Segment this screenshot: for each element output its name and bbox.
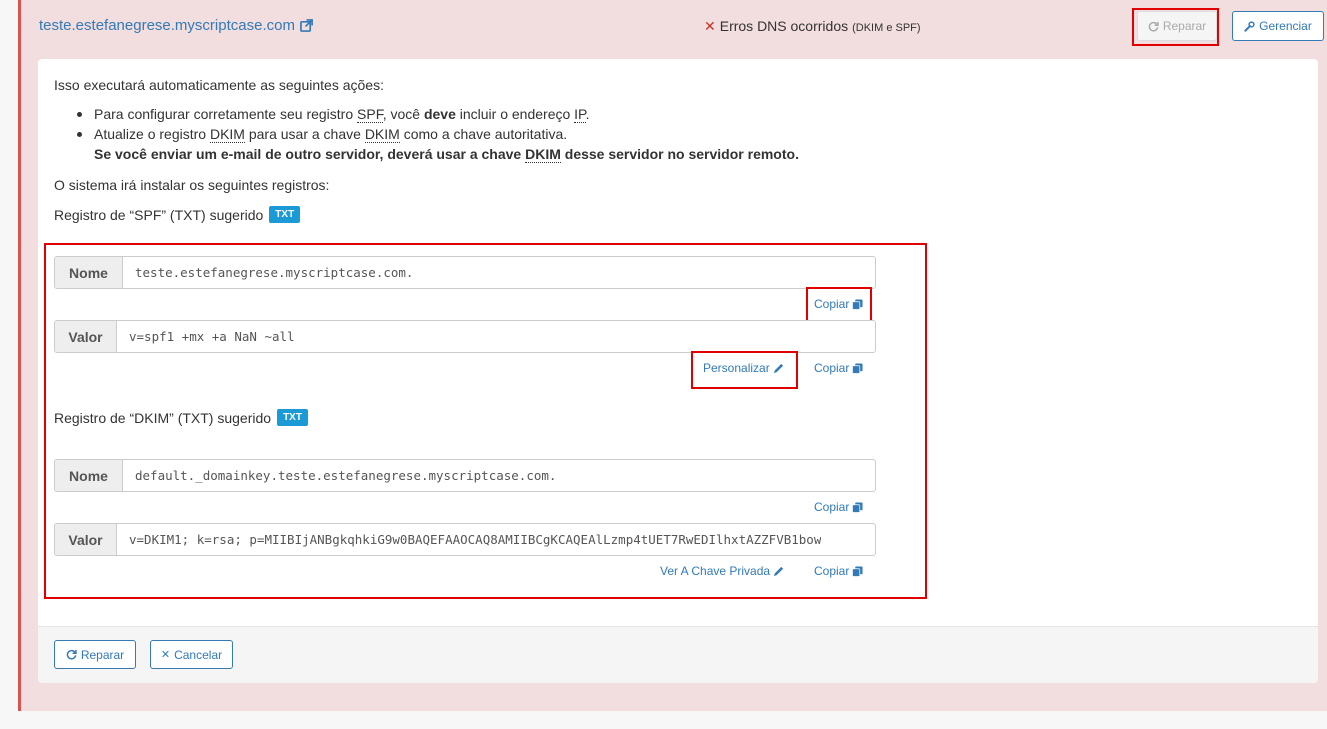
bullet-spf: Para configurar corretamente seu registr…	[94, 106, 590, 123]
abbr-spf: SPF	[357, 106, 383, 123]
bullet-spf-post: incluir o endereço	[455, 106, 575, 122]
private-key-label: Ver A Chave Privada	[660, 564, 771, 578]
refresh-icon	[1148, 21, 1159, 31]
wrench-icon	[1244, 20, 1255, 32]
customize-spf-link[interactable]: Personalizar	[703, 361, 784, 375]
copy-spf-name-link[interactable]: Copiar	[814, 297, 863, 311]
copy-label: Copiar	[814, 297, 850, 311]
bullet-spf-pre: Para configurar corretamente seu registr…	[94, 106, 358, 122]
pencil-icon	[773, 363, 783, 373]
bullet-dkim-pre: Atualize o registro	[94, 126, 210, 142]
bullet-dkim-note: Se você enviar um e-mail de outro servid…	[94, 146, 799, 163]
spf-value-label: Valor	[55, 321, 117, 352]
dkim-name-label: Nome	[55, 460, 123, 491]
spf-heading: Registro de “SPF” (TXT) sugerido TXT	[54, 206, 301, 223]
bullet-spf-bold: deve	[423, 106, 456, 122]
header-repair-label: Reparar	[1162, 19, 1207, 33]
customize-label: Personalizar	[703, 361, 770, 375]
install-text: O sistema irá instalar os seguintes regi…	[54, 177, 330, 193]
spf-name-label: Nome	[55, 257, 123, 288]
abbr-ip: IP	[574, 106, 586, 123]
dkim-heading-text: Registro de “DKIM” (TXT) sugerido	[54, 409, 272, 426]
refresh-icon	[66, 649, 77, 660]
bullet-dot	[77, 112, 82, 117]
copy-icon	[852, 501, 863, 513]
spf-heading-text: Registro de “SPF” (TXT) sugerido	[54, 206, 264, 223]
copy-icon	[852, 298, 863, 310]
bullet-spf-end: .	[585, 106, 590, 122]
bullet-dot	[77, 132, 82, 137]
copy-spf-value-link[interactable]: Copiar	[814, 361, 863, 375]
copy-icon	[852, 565, 863, 577]
domain-text: teste.estefanegrese.myscriptcase.com	[39, 17, 295, 34]
copy-label: Copiar	[814, 564, 850, 578]
spf-value-value[interactable]: v=spf1 +mx +a NaN ~all	[117, 321, 295, 352]
footer-cancel-button[interactable]: ✕ Cancelar	[150, 640, 233, 669]
copy-label: Copiar	[814, 361, 850, 375]
copy-dkim-name-link[interactable]: Copiar	[814, 500, 863, 514]
dns-status: ✕ Erros DNS ocorridos (DKIM e SPF)	[704, 18, 921, 35]
txt-badge: TXT	[277, 409, 308, 426]
times-icon: ✕	[704, 18, 716, 34]
spf-value-field[interactable]: Valor v=spf1 +mx +a NaN ~all	[54, 320, 876, 353]
dkim-name-value[interactable]: default._domainkey.teste.estefanegrese.m…	[123, 460, 556, 491]
intro-text: Isso executará automaticamente as seguin…	[54, 77, 384, 93]
dkim-note-pre: Se você enviar um e-mail de outro servid…	[94, 146, 526, 162]
dkim-note-post: desse servidor no servidor remoto.	[560, 146, 799, 162]
header-manage-label: Gerenciar	[1259, 19, 1312, 33]
footer-repair-button[interactable]: Reparar	[54, 640, 136, 669]
bullet-dkim-post: como a chave autoritativa.	[399, 126, 568, 142]
domain-link[interactable]: teste.estefanegrese.myscriptcase.com	[39, 17, 313, 34]
times-icon: ✕	[160, 649, 171, 661]
pencil-icon	[773, 566, 784, 576]
external-link-icon	[300, 19, 313, 32]
bullet-dkim: Atualize o registro DKIM para usar a cha…	[94, 126, 568, 143]
dkim-name-field[interactable]: Nome default._domainkey.teste.estefanegr…	[54, 459, 876, 492]
dkim-value-field[interactable]: Valor v=DKIM1; k=rsa; p=MIIBIjANBgkqhkiG…	[54, 523, 876, 556]
dkim-heading: Registro de “DKIM” (TXT) sugerido TXT	[54, 409, 308, 426]
spf-name-value[interactable]: teste.estefanegrese.myscriptcase.com.	[123, 257, 413, 288]
dkim-value-value[interactable]: v=DKIM1; k=rsa; p=MIIBIjANBgkqhkiG9w0BAQ…	[117, 524, 821, 555]
copy-dkim-value-link[interactable]: Copiar	[814, 564, 863, 578]
dkim-value-label: Valor	[55, 524, 117, 555]
abbr-dkim: DKIM	[364, 126, 400, 143]
copy-label: Copiar	[814, 500, 850, 514]
view-private-key-link[interactable]: Ver A Chave Privada	[660, 564, 784, 578]
bullet-spf-mid: , você	[382, 106, 424, 122]
footer-cancel-label: Cancelar	[174, 647, 223, 662]
copy-icon	[852, 362, 863, 374]
abbr-dkim: DKIM	[525, 146, 561, 163]
dns-status-text: Erros DNS ocorridos	[719, 18, 849, 34]
spf-name-field[interactable]: Nome teste.estefanegrese.myscriptcase.co…	[54, 256, 876, 289]
abbr-dkim: DKIM	[209, 126, 245, 143]
footer-repair-label: Reparar	[80, 647, 125, 662]
bullet-dkim-mid: para usar a chave	[244, 126, 365, 142]
dns-status-detail: (DKIM e SPF)	[852, 22, 921, 34]
txt-badge: TXT	[269, 206, 301, 223]
header-manage-button[interactable]: Gerenciar	[1232, 11, 1324, 41]
header-repair-button[interactable]: Reparar	[1137, 11, 1217, 41]
